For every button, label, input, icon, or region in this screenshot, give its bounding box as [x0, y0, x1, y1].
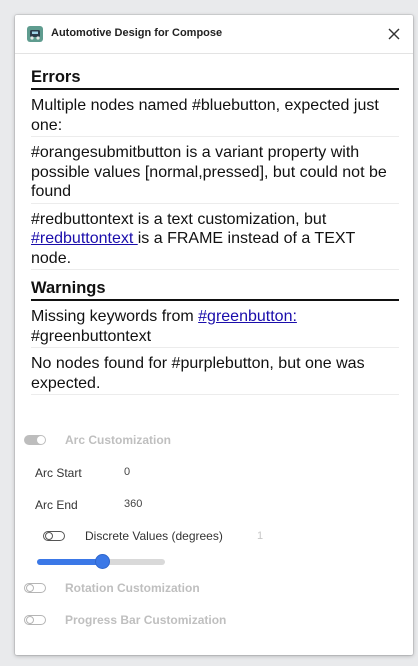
arc-customization-toggle[interactable] — [24, 435, 46, 445]
error-message-3: #redbuttontext is a text customization, … — [31, 204, 399, 270]
arc-slider-thumb[interactable] — [95, 555, 109, 568]
messages-area: Errors Multiple nodes named #bluebutton,… — [31, 67, 399, 395]
discrete-values-input[interactable]: 1 — [257, 530, 263, 542]
arc-end-value[interactable]: 360 — [124, 498, 142, 510]
arc-customization-label: Arc Customization — [65, 433, 172, 447]
progress-customization-toggle[interactable] — [24, 615, 46, 625]
error-message-1: Multiple nodes named #bluebutton, expect… — [31, 90, 399, 137]
close-icon[interactable] — [385, 25, 403, 43]
warnings-heading: Warnings — [31, 278, 399, 301]
error-message-2: #orangesubmitbutton is a variant propert… — [31, 137, 399, 204]
discrete-values-label: Discrete Values (degrees) — [85, 529, 223, 543]
redbuttontext-link[interactable]: #redbuttontext — [31, 230, 138, 247]
warning-message-2: No nodes found for #purplebutton, but on… — [31, 348, 399, 395]
title-bar: Automotive Design for Compose — [15, 15, 413, 54]
errors-heading: Errors — [31, 67, 399, 90]
window-title: Automotive Design for Compose — [51, 27, 223, 39]
arc-start-value[interactable]: 0 — [124, 466, 130, 478]
arc-slider-fill — [37, 559, 103, 565]
greenbutton-link[interactable]: #greenbutton: — [198, 308, 297, 325]
discrete-values-toggle[interactable] — [43, 531, 65, 541]
warning-message-1: Missing keywords from #greenbutton: #gre… — [31, 301, 399, 348]
arc-end-label: Arc End — [35, 498, 78, 512]
rotation-customization-label: Rotation Customization — [65, 581, 200, 595]
plugin-window: Automotive Design for Compose Errors Mul… — [15, 15, 413, 655]
rotation-customization-toggle[interactable] — [24, 583, 46, 593]
app-icon — [27, 26, 43, 42]
warning-message-1-suffix: #greenbuttontext — [31, 327, 152, 345]
error-message-3-prefix: #redbuttontext is a text customization, … — [31, 210, 327, 228]
progress-customization-label: Progress Bar Customization — [65, 613, 227, 627]
warning-message-1-prefix: Missing keywords from — [31, 308, 199, 325]
arc-start-label: Arc Start — [35, 466, 82, 480]
